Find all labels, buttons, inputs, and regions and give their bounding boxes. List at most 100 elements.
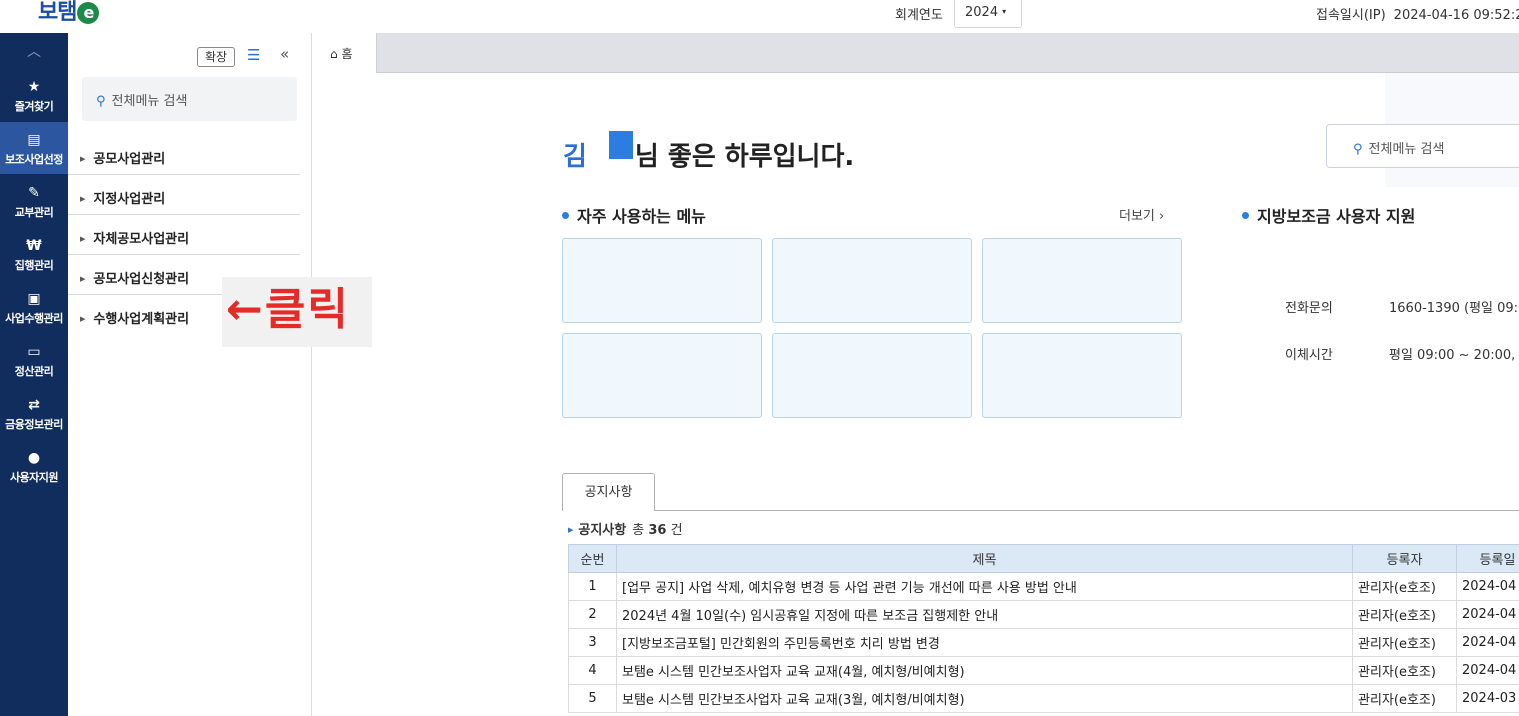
pen-icon: ✎	[28, 185, 40, 201]
submenu-item-designated-project[interactable]: ▶ 지정사업관리	[68, 175, 300, 215]
main-content: 김 님 좋은 하루입니다. ⚲ 전체메뉴 검색 자주 사용하는 메뉴 더보기 › 지…	[312, 73, 1519, 716]
nav-item-settlement[interactable]: ▭ 정산관리	[0, 334, 68, 386]
column-header[interactable]: 제목	[616, 544, 1353, 573]
bullet-dot	[1242, 212, 1249, 219]
cell-title[interactable]: 2024년 4월 10일(수) 임시공휴일 지정에 따른 보조금 집행제한 안내	[616, 600, 1353, 629]
favorite-slot[interactable]	[982, 238, 1182, 323]
logo-text: 보탬	[38, 0, 77, 25]
nav-item-label: 집행관리	[14, 259, 54, 272]
logo[interactable]: 보탬 e	[38, 0, 100, 26]
nav-item-favorites[interactable]: ★ 즐겨찾기	[0, 69, 68, 121]
submenu-item-label: 공모사업신청관리	[93, 272, 190, 287]
bullet-dot	[562, 212, 569, 219]
table-row[interactable]: 1 [업무 공지] 사업 삭제, 예치유형 변경 등 사업 관련 기능 개선에 …	[568, 572, 1519, 601]
left-nav: ︿ ★ 즐겨찾기 ▤ 보조사업선정 ✎ 교부관리 ₩ 집행관리 ▣ 사업수행관리 ▭ 정산관…	[0, 33, 68, 716]
finance-icon: ⇄	[28, 397, 40, 413]
nav-item-user-support[interactable]: ● 사용자지원	[0, 440, 68, 492]
cell-author: 관리자(e호조)	[1352, 656, 1457, 685]
cell-no: 4	[568, 656, 617, 685]
money-icon: ▭	[27, 344, 41, 360]
column-header[interactable]: 등록일	[1456, 544, 1519, 573]
favorites-title-text: 자주 사용하는 메뉴	[577, 207, 706, 226]
support-label: 전화문의	[1285, 301, 1333, 316]
fiscal-year-select[interactable]: 2024 ▾	[954, 0, 1022, 28]
cell-date: 2024-04	[1456, 628, 1519, 657]
support-row-phone: 전화문의 1660-1390 (평일 09:0	[1285, 297, 1519, 316]
favorite-slot[interactable]	[772, 238, 972, 323]
menu-search-placeholder: 전체메뉴 검색	[111, 94, 188, 109]
support-title: 지방보조금 사용자 지원	[1242, 203, 1415, 227]
table-row[interactable]: 5 보탬e 시스템 민간보조사업자 교육 교재(3월, 예치형/비예치형) 관리…	[568, 684, 1519, 713]
submenu-item-label: 수행사업계획관리	[93, 312, 190, 327]
search-icon: ⚲	[96, 94, 106, 109]
cell-author: 관리자(e호조)	[1352, 572, 1457, 601]
nav-item-project[interactable]: ▣ 사업수행관리	[0, 281, 68, 333]
triangle-right-icon: ▶	[80, 235, 86, 243]
main-search-placeholder: 전체메뉴 검색	[1368, 142, 1445, 157]
triangle-right-icon: ▶	[80, 155, 86, 163]
cell-date: 2024-03	[1456, 684, 1519, 713]
user-icon: ●	[27, 450, 41, 466]
chevron-down-icon: ▾	[1002, 7, 1007, 16]
list-icon[interactable]: ☰	[247, 46, 260, 64]
support-value: 평일 09:00 ~ 20:00, 공	[1389, 348, 1519, 363]
search-icon: ⚲	[1353, 142, 1363, 157]
cell-no: 5	[568, 684, 617, 713]
cell-author: 관리자(e호조)	[1352, 600, 1457, 629]
favorite-slot[interactable]	[982, 333, 1182, 418]
nav-item-execution[interactable]: ₩ 집행관리	[0, 228, 68, 280]
redaction-mask	[608, 131, 633, 159]
table-header-row: 순번 제목 등록자 등록일	[568, 544, 1519, 573]
expand-button[interactable]: 확장	[197, 47, 235, 67]
table-row[interactable]: 2 2024년 4월 10일(수) 임시공휴일 지정에 따른 보조금 집행제한 …	[568, 600, 1519, 629]
cell-date: 2024-04	[1456, 656, 1519, 685]
fiscal-year-label: 회계연도	[895, 8, 943, 23]
nav-item-grant[interactable]: ✎ 교부관리	[0, 175, 68, 227]
table-row[interactable]: 3 [지방보조금포털] 민간회원의 주민등록번호 치리 방법 변경 관리자(e호…	[568, 628, 1519, 657]
favorites-title: 자주 사용하는 메뉴	[562, 203, 706, 227]
triangle-right-icon: ▶	[80, 275, 86, 283]
cell-title[interactable]: [지방보조금포털] 민간회원의 주민등록번호 치리 방법 변경	[616, 628, 1353, 657]
login-info: 접속일시(IP) 2024-04-16 09:52:2	[1316, 4, 1519, 23]
nav-item-finance[interactable]: ⇄ 금융정보관리	[0, 387, 68, 439]
more-label: 더보기	[1119, 209, 1155, 224]
favorite-slot[interactable]	[772, 333, 972, 418]
tab-notice[interactable]: 공지사항	[562, 473, 655, 511]
submenu-item-label: 지정사업관리	[93, 192, 166, 207]
submenu-item-public-project[interactable]: ▶ 공모사업관리	[68, 135, 300, 175]
notice-count: ▶ 공지사항 총 36 건	[568, 519, 683, 538]
nav-item-label: 보조사업선정	[5, 153, 63, 166]
collapse-icon[interactable]: «	[280, 45, 289, 63]
more-link[interactable]: 더보기 ›	[1119, 205, 1164, 224]
column-header[interactable]: 등록자	[1352, 544, 1457, 573]
main-search-input[interactable]: ⚲ 전체메뉴 검색	[1326, 124, 1519, 168]
chevron-right-icon: ›	[1159, 209, 1165, 224]
submenu-item-label: 공모사업관리	[93, 152, 166, 167]
favorite-slot[interactable]	[562, 238, 762, 323]
cell-no: 3	[568, 628, 617, 657]
triangle-right-icon: ▶	[568, 526, 574, 534]
greeting-text: 님 좋은 하루입니다.	[634, 142, 855, 172]
cell-author: 관리자(e호조)	[1352, 628, 1457, 657]
submenu-panel: 확장 ☰ « ⚲ 전체메뉴 검색 ▶ 공모사업관리 ▶ 지정사업관리 ▶ 자체공모사업관…	[68, 33, 312, 716]
nav-item-label: 금융정보관리	[5, 418, 63, 431]
nav-item-label: 정산관리	[14, 365, 54, 378]
favorite-slot[interactable]	[562, 333, 762, 418]
tab-home-label: 홈	[341, 47, 353, 61]
nav-item-subsidy-selection[interactable]: ▤ 보조사업선정	[0, 122, 68, 174]
table-row[interactable]: 4 보탬e 시스템 민간보조사업자 교육 교재(4월, 예치형/비예치형) 관리…	[568, 656, 1519, 685]
chevron-up-icon[interactable]: ︿	[0, 41, 68, 61]
fiscal-year-value: 2024	[965, 5, 999, 20]
cell-title[interactable]: 보탬e 시스템 민간보조사업자 교육 교재(4월, 예치형/비예치형)	[616, 656, 1353, 685]
nav-item-label: 즐겨찾기	[14, 100, 54, 113]
cell-date: 2024-04	[1456, 572, 1519, 601]
submenu-item-self-public-project[interactable]: ▶ 자체공모사업관리	[68, 215, 300, 255]
column-header[interactable]: 순번	[568, 544, 617, 573]
menu-search-input[interactable]: ⚲ 전체메뉴 검색	[82, 77, 297, 121]
cell-title[interactable]: [업무 공지] 사업 삭제, 예치유형 변경 등 사업 관련 기능 개선에 따른…	[616, 572, 1353, 601]
nav-item-label: 교부관리	[14, 206, 54, 219]
cell-title[interactable]: 보탬e 시스템 민간보조사업자 교육 교재(3월, 예치형/비예치형)	[616, 684, 1353, 713]
submenu-item-label: 자체공모사업관리	[93, 232, 190, 247]
tab-home[interactable]: ⌂ 홈	[312, 33, 377, 73]
cell-date: 2024-04	[1456, 600, 1519, 629]
